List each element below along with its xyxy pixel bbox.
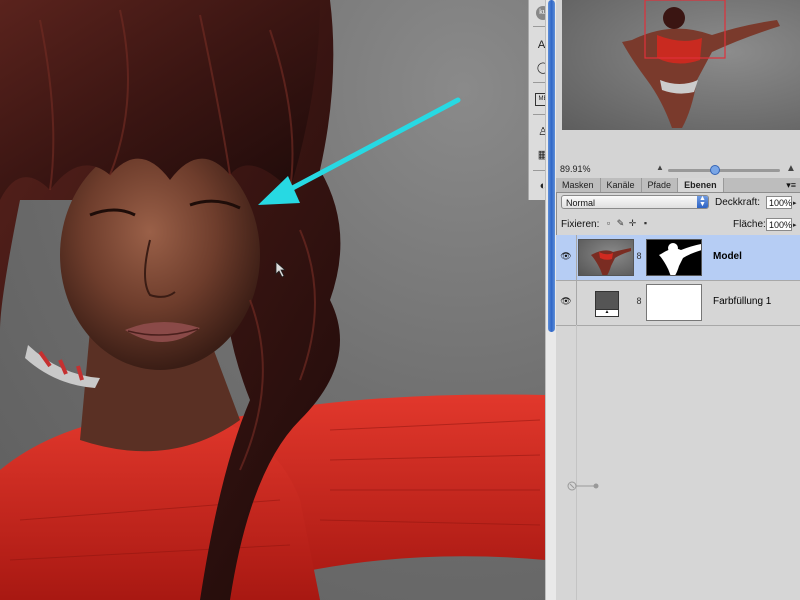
layer-mask-image [659,243,701,275]
blend-mode-select[interactable]: Normal ▲ ▼ [561,195,709,209]
lock-label: Fixieren: [561,219,600,230]
document-canvas[interactable] [0,0,545,600]
opacity-dropdown-icon[interactable]: ▸ [793,199,797,207]
fill-label: Fläche: [733,219,766,230]
tab-kanaele[interactable]: Kanäle [600,178,642,192]
fill-layer-thumbnail[interactable]: ▲ [578,284,634,321]
layer-thumbnail[interactable] [578,239,634,276]
layer-row-farbfuellung[interactable]: 👁 ▲ 8 Farbfüllung 1 [556,280,800,326]
zoom-in-icon[interactable]: ▲ [786,163,796,174]
lock-row: Fixieren: ▫ ✎ ✛ ▪ Fläche: 100% ▸ [556,215,800,236]
eye-column-divider [576,280,577,325]
panel-tabs: Masken Kanäle Pfade Ebenen ▾≡ [556,178,800,193]
layer-link-node-icon [567,481,599,491]
panel-dock: 89.91% ▲ ▲ Masken Kanäle Pfade Ebenen ▾≡… [556,0,800,600]
tab-ebenen[interactable]: Ebenen [678,178,724,192]
scrollbar-thumb[interactable] [548,0,555,332]
mask-link-icon[interactable]: 8 [636,251,642,261]
zoom-readout[interactable]: 89.91% [560,164,591,174]
blend-mode-value: Normal [566,198,596,208]
mask-link-icon[interactable]: 8 [636,296,642,306]
lock-all-icon[interactable]: ▪ [641,219,650,228]
navigator-panel: 89.91% ▲ ▲ [556,0,800,179]
zoom-slider[interactable] [668,169,780,172]
layers-list: 👁 8 Model 👁 ▲ 8 Farbfüllung 1 [556,235,800,600]
lock-transparent-icon[interactable]: ▫ [604,219,613,228]
layer-row-model[interactable]: 👁 8 Model [556,235,800,281]
blend-row: Normal ▲ ▼ Deckkraft: 100% ▸ [556,193,800,213]
eye-column-divider [576,325,577,600]
panel-menu-icon[interactable]: ▾≡ [786,178,796,192]
zoom-out-icon[interactable]: ▲ [656,163,664,172]
opacity-input[interactable]: 100% [766,196,792,209]
layer-mask-thumbnail[interactable] [646,284,702,321]
lock-pixels-icon[interactable]: ✎ [616,219,625,228]
layer-name[interactable]: Farbfüllung 1 [713,296,771,307]
layer-name[interactable]: Model [713,251,742,262]
opacity-label: Deckkraft: [715,197,761,208]
tab-pfade[interactable]: Pfade [641,178,679,192]
tab-masken[interactable]: Masken [556,178,601,192]
zoom-slider-knob[interactable] [710,165,721,175]
fill-input[interactable]: 100% [766,218,792,231]
visibility-eye-icon[interactable]: 👁 [560,251,572,261]
fill-dropdown-icon[interactable]: ▸ [793,221,797,229]
navigator-thumbnail[interactable] [562,0,800,130]
blend-mode-stepper-icon[interactable]: ▲ ▼ [697,195,708,208]
model-photo [0,0,545,600]
eye-column-divider [576,235,577,280]
layer-mask-thumbnail[interactable] [646,239,702,276]
visibility-eye-icon[interactable]: 👁 [560,296,572,306]
layer-thumbnail-image [591,248,631,275]
lock-position-icon[interactable]: ✛ [628,219,637,228]
navigator-preview [622,0,780,128]
